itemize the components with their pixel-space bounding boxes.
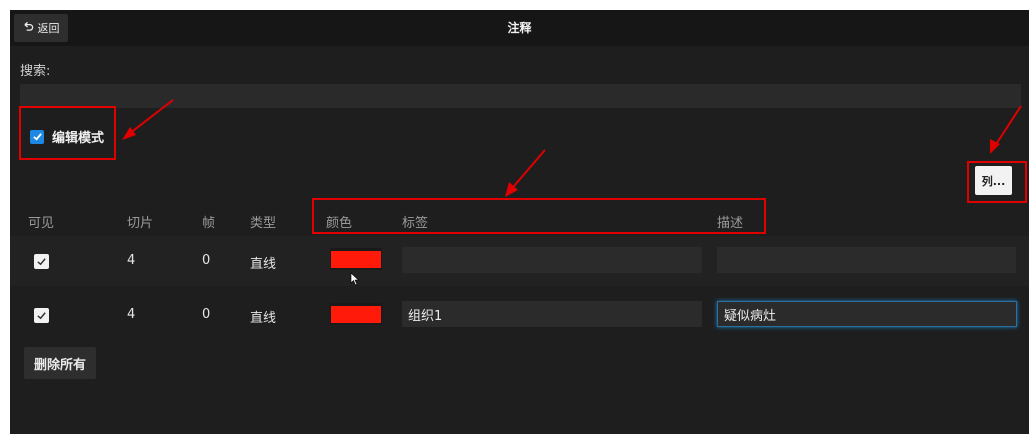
checkmark-icon: [37, 312, 46, 320]
search-label: 搜索:: [20, 64, 51, 79]
edit-mode-label: 编辑模式: [52, 131, 105, 146]
table-row: 4 0 直线: [10, 236, 1029, 286]
delete-all-button[interactable]: 删除所有: [24, 347, 96, 379]
edit-mode-checkbox[interactable]: [30, 129, 44, 144]
header-color: 颜色: [326, 216, 353, 231]
type-cell: 直线: [250, 257, 277, 272]
header-type: 类型: [250, 216, 277, 231]
color-fill: [331, 250, 381, 268]
label-input[interactable]: [402, 247, 702, 273]
columns-button[interactable]: 列...: [975, 166, 1012, 195]
title-bar: 返回 注释: [10, 10, 1029, 46]
frame-cell: 0: [202, 307, 211, 322]
description-input[interactable]: [717, 247, 1016, 273]
slice-cell: 4: [127, 307, 136, 322]
checkmark-icon: [37, 258, 46, 266]
visible-checkbox[interactable]: [34, 254, 49, 269]
window-title: 注释: [507, 21, 532, 35]
header-slice: 切片: [127, 216, 154, 231]
type-cell: 直线: [250, 311, 277, 326]
header-frame: 帧: [202, 216, 216, 231]
color-swatch[interactable]: [330, 248, 382, 270]
annotations-window: 返回 注释 搜索: 编辑模式 列... 可见 切片 帧 类型 颜色 标签 描述 …: [10, 10, 1029, 434]
checkmark-icon: [32, 133, 42, 141]
label-input[interactable]: [402, 301, 702, 327]
visible-checkbox[interactable]: [34, 308, 49, 323]
mouse-cursor-icon: [350, 272, 360, 286]
description-input[interactable]: [717, 301, 1017, 327]
header-label: 标签: [402, 216, 429, 231]
edit-mode-toggle[interactable]: 编辑模式: [30, 127, 104, 146]
table-row: 4 0 直线: [10, 290, 1029, 340]
color-fill: [331, 305, 381, 323]
header-description: 描述: [717, 216, 744, 231]
frame-cell: 0: [202, 253, 211, 268]
header-visible: 可见: [28, 216, 55, 231]
table-header: 可见 切片 帧 类型 颜色 标签 描述: [10, 206, 1029, 234]
color-swatch[interactable]: [330, 303, 382, 325]
search-input[interactable]: [20, 84, 1021, 108]
slice-cell: 4: [127, 253, 136, 268]
